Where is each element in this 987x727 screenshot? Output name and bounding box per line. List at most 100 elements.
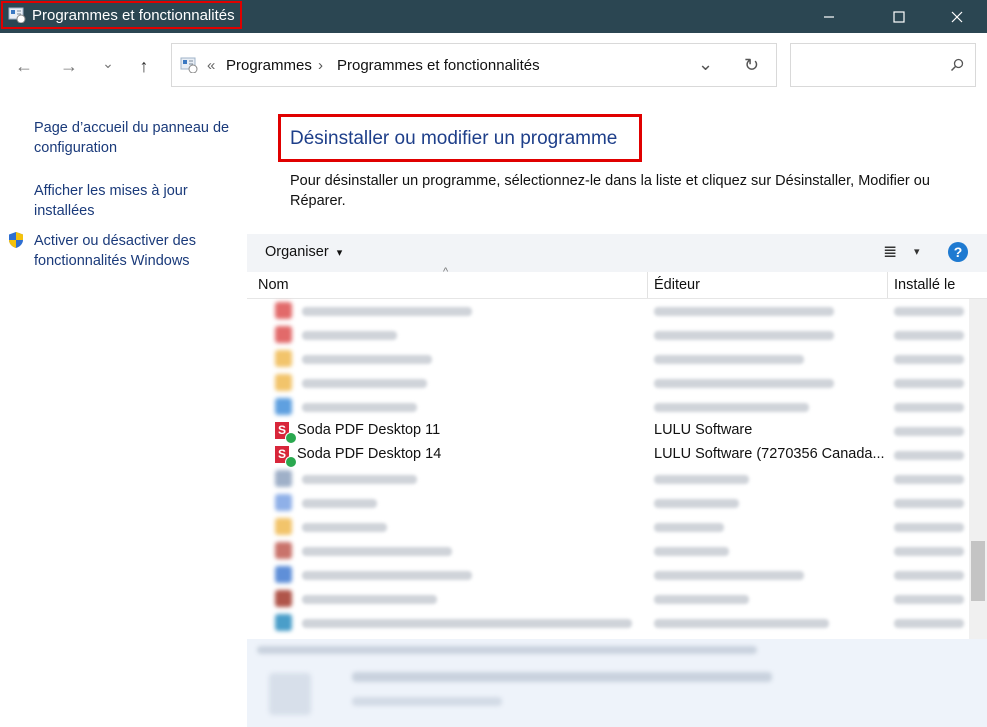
program-name: Soda PDF Desktop 14 [297,446,442,462]
list-item[interactable] [247,563,969,587]
blurred-text [894,307,964,316]
control-panel-icon [180,57,198,73]
blurred-text [352,672,772,682]
program-name: Soda PDF Desktop 11 [297,422,441,438]
view-options-dropdown[interactable]: ▾ [914,245,920,258]
list-item[interactable] [247,323,969,347]
program-publisher: LULU Software (7270356 Canada... [654,446,885,462]
minimize-button[interactable] [806,0,852,33]
list-item[interactable] [247,347,969,371]
recent-locations-button[interactable]: ⌄ [95,50,121,76]
blurred-text [894,547,964,556]
blurred-text [894,355,964,364]
blurred-text [654,619,829,628]
program-icon [275,350,292,367]
program-large-icon [269,673,311,715]
command-bar: Organiser ▾ ≣ ▾ ? [247,234,987,272]
list-item[interactable] [247,491,969,515]
help-button[interactable]: ? [948,242,968,262]
forward-arrow-icon: → [60,55,78,76]
list-item[interactable]: S Soda PDF Desktop 11 LULU Software [247,419,969,444]
search-box[interactable] [790,43,976,87]
maximize-button[interactable] [876,0,922,33]
close-button[interactable] [934,0,980,33]
column-name-header[interactable]: Nom [258,277,289,293]
left-navigation-pane: Page d’accueil du panneau de configurati… [0,99,246,727]
column-divider[interactable] [887,272,888,298]
blurred-text [654,403,809,412]
page-description: Pour désinstaller un programme, sélectio… [290,173,930,209]
program-icon [275,326,292,343]
column-header-row: ^ Nom Éditeur Installé le [247,266,987,299]
blurred-text [894,619,964,628]
breadcrumb-programs-features[interactable]: Programmes et fonctionnalités [337,57,540,74]
navigation-bar: ← → ⌄ ↑ « Programmes › Programmes et fon… [0,33,987,99]
change-view-button[interactable]: ≣ [883,242,897,262]
program-icon [275,374,292,391]
program-icon [275,590,292,607]
breadcrumb-overflow[interactable]: « [207,57,215,74]
program-icon [275,302,292,319]
list-item[interactable] [247,299,969,323]
breadcrumb-separator[interactable]: › [318,57,323,74]
blurred-text [302,475,417,484]
program-icon [275,494,292,511]
blurred-text [894,523,964,532]
blurred-text [257,646,757,654]
address-dropdown-icon[interactable]: ⌄ [698,54,713,75]
search-icon [950,58,964,72]
blurred-text [894,403,964,412]
program-icon [275,518,292,535]
blurred-text [654,571,804,580]
blurred-text [302,355,432,364]
column-divider[interactable] [647,272,648,298]
blurred-text [302,379,427,388]
blurred-text [302,547,452,556]
breadcrumb-programmes[interactable]: Programmes [226,57,312,74]
list-item[interactable]: S Soda PDF Desktop 14 LULU Software (727… [247,443,969,468]
blurred-text [894,427,964,436]
back-button[interactable]: ← [11,53,37,79]
blurred-text [654,547,729,556]
list-item[interactable] [247,467,969,491]
scrollbar-thumb[interactable] [971,541,985,601]
blurred-text [894,331,964,340]
link-windows-features[interactable]: Activer ou désactiver des fonctionnalité… [34,231,239,271]
blurred-text [352,697,502,706]
blurred-text [654,355,804,364]
link-control-panel-home[interactable]: Page d’accueil du panneau de configurati… [34,118,239,158]
blurred-text [894,571,964,580]
blurred-text [654,523,724,532]
program-icon [275,566,292,583]
back-arrow-icon: ← [15,55,33,76]
list-item[interactable] [247,395,969,419]
blurred-text [894,379,964,388]
blurred-text [302,619,632,628]
blurred-text [894,499,964,508]
blurred-text [654,331,834,340]
vertical-scrollbar[interactable] [969,299,987,639]
column-installed-header[interactable]: Installé le [894,277,955,293]
address-bar[interactable]: « Programmes › Programmes et fonctionnal… [171,43,777,87]
program-list: S Soda PDF Desktop 11 LULU Software S So… [247,299,969,635]
list-item[interactable] [247,587,969,611]
shield-icon [9,232,23,248]
up-arrow-icon: ↑ [139,55,149,76]
window-title: Programmes et fonctionnalités [32,7,235,24]
details-pane [247,639,987,727]
sort-ascending-icon: ^ [443,266,449,278]
column-publisher-header[interactable]: Éditeur [654,277,700,293]
blurred-text [302,331,397,340]
link-view-installed-updates[interactable]: Afficher les mises à jour installées [34,181,239,221]
up-button[interactable]: ↑ [131,53,157,79]
organize-menu-button[interactable]: Organiser ▾ [265,244,342,260]
page-title: Désinstaller ou modifier un programme [290,128,618,149]
forward-button[interactable]: → [56,53,82,79]
list-item[interactable] [247,515,969,539]
list-item[interactable] [247,611,969,635]
list-item[interactable] [247,371,969,395]
close-icon [951,11,963,22]
list-item[interactable] [247,539,969,563]
blurred-text [654,499,739,508]
refresh-icon[interactable]: ↻ [744,55,759,76]
